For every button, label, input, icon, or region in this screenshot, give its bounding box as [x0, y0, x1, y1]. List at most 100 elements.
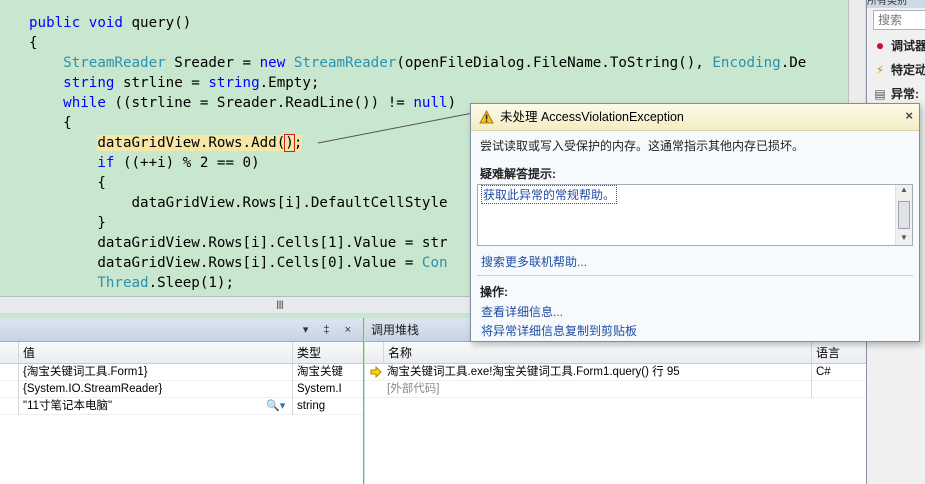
code-token: ) [447, 95, 457, 111]
expand-column-header [0, 342, 18, 364]
panel-item-label: 特定动 [891, 63, 925, 77]
code-line[interactable]: dataGridView.Rows[i].DefaultCellStyle [29, 193, 448, 213]
column-header-name[interactable]: 名称 [383, 342, 811, 364]
warning-icon [479, 110, 494, 124]
code-line[interactable]: while ((strline = Sreader.ReadLine()) !=… [29, 93, 456, 113]
code-token: ) [284, 134, 295, 152]
panel-item-specific[interactable]: ⚡ 特定动 [873, 60, 925, 80]
code-line[interactable]: dataGridView.Rows.Add(); [29, 133, 303, 153]
code-line[interactable]: } [29, 213, 106, 233]
scroll-down-icon[interactable]: ▼ [900, 233, 908, 242]
locals-panel: ▾ ‡ × 值 类型 {淘宝关键词工具.Form1} 淘宝关键 {System.… [0, 318, 364, 484]
cell-type: 淘宝关键 [292, 364, 364, 381]
magnifier-icon[interactable]: 🔍▾ [266, 398, 285, 415]
code-token: Con [421, 255, 448, 271]
table-row[interactable]: {淘宝关键词工具.Form1} 淘宝关键 [0, 364, 363, 381]
cell-value: {System.IO.StreamReader} [18, 381, 292, 398]
call-stack-panel: 调用堆栈 名称 语言 淘宝关键词工具.exe!淘宝关键词工具.Form1.que… [365, 318, 866, 484]
code-token: string [63, 75, 115, 91]
code-token: dataGridView.Rows[i].DefaultCellStyle [29, 195, 448, 211]
cell-value: {淘宝关键词工具.Form1} [18, 364, 292, 381]
code-line[interactable]: if ((++i) % 2 == 0) [29, 153, 260, 173]
divider [477, 275, 913, 276]
code-line[interactable]: { [29, 173, 106, 193]
search-input[interactable]: 搜索 [873, 10, 925, 30]
column-header-value[interactable]: 值 [18, 342, 292, 364]
current-frame-arrow-icon [370, 366, 382, 378]
code-token: ((strline = Sreader.ReadLine()) != [105, 95, 414, 111]
code-token: dataGridView.Rows[i].Cells[1].Value = st… [29, 235, 448, 251]
table-row[interactable]: 淘宝关键词工具.exe!淘宝关键词工具.Form1.query() 行 95 C… [365, 364, 866, 381]
panel-item-debugger[interactable]: ⏺ 调试器 [873, 36, 925, 56]
code-line[interactable]: { [29, 33, 38, 53]
code-token: (openFileDialog.FileName.ToString(), [396, 55, 713, 71]
locals-title-bar: ▾ ‡ × [0, 318, 363, 342]
code-token: null [413, 95, 448, 111]
exception-message: 尝试读取或写入受保护的内存。这通常指示其他内存已损坏。 [480, 139, 805, 153]
code-token: Encoding [712, 55, 781, 71]
code-line[interactable]: dataGridView.Rows[i].Cells[1].Value = st… [29, 233, 448, 253]
panel-window-buttons[interactable]: ▾ ‡ × [303, 318, 357, 342]
panel-title: 调用堆栈 [371, 323, 420, 337]
panel-item-label: 调试器 [891, 39, 925, 53]
code-token: while [63, 95, 106, 111]
lightning-icon: ⚡ [875, 63, 885, 77]
cell-type: string [292, 398, 364, 415]
code-token: { [29, 175, 106, 191]
code-token: query() [122, 15, 192, 31]
frame-language [811, 381, 866, 398]
code-token: ; [293, 135, 303, 151]
scroll-up-icon[interactable]: ▲ [900, 185, 908, 194]
code-line[interactable]: public void query() [29, 13, 191, 33]
column-header-language[interactable]: 语言 [811, 342, 866, 364]
close-icon[interactable]: × [905, 108, 913, 123]
code-line[interactable]: string strline = string.Empty; [29, 73, 319, 93]
code-token: dataGridView.Rows[i].Cells[0].Value = [29, 255, 422, 271]
code-token: .Sleep(1); [148, 275, 235, 291]
panel-title: 所有类别 [867, 0, 925, 8]
panel-item-exception[interactable]: ▤ 异常: [873, 84, 919, 104]
general-help-link[interactable]: 获取此异常的常规帮助。 [480, 185, 618, 204]
copy-details-link[interactable]: 将异常详细信息复制到剪贴板 [481, 322, 637, 339]
code-token: strline = [114, 75, 209, 91]
code-line[interactable]: dataGridView.Rows[i].Cells[0].Value = Co… [29, 253, 448, 273]
code-token: StreamReader [63, 55, 166, 71]
cell-type: System.I [292, 381, 364, 398]
tips-scrollbar[interactable]: ▲ ▼ [895, 185, 912, 245]
search-online-help-link[interactable]: 搜索更多联机帮助... [481, 253, 587, 270]
code-token: ((++i) % 2 == 0) [114, 155, 260, 171]
exception-assistant: 未处理 AccessViolationException × 尝试读取或写入受保… [470, 103, 920, 342]
tips-list: 获取此异常的常规帮助。 ▲ ▼ [477, 184, 913, 246]
code-token: .Empty; [259, 75, 320, 91]
exception-header: 未处理 AccessViolationException × [471, 104, 919, 131]
frame-name: [外部代码] [387, 383, 440, 395]
code-token: dataGridView.Rows.Add( [97, 135, 286, 151]
column-header-type[interactable]: 类型 [292, 342, 364, 364]
table-row[interactable]: "11寸笔记本电脑" 🔍▾ string [0, 398, 363, 415]
view-details-link[interactable]: 查看详细信息... [481, 303, 563, 320]
table-row[interactable]: [外部代码] [365, 381, 866, 398]
code-token: .De [780, 55, 807, 71]
call-stack-grid-header: 名称 语言 [365, 342, 866, 364]
exception-title: 未处理 AccessViolationException [500, 110, 684, 124]
tips-header: 疑难解答提示: [480, 167, 556, 181]
locals-grid-header: 值 类型 [0, 342, 363, 364]
scrollbar-grip[interactable]: III [276, 298, 284, 312]
code-token: public [29, 15, 81, 31]
document-icon: ▤ [874, 87, 886, 101]
code-token: { [29, 115, 72, 131]
scroll-thumb[interactable] [898, 201, 910, 229]
code-line[interactable]: { [29, 113, 72, 133]
table-row[interactable]: {System.IO.StreamReader} System.I [0, 381, 363, 398]
arrow-column-header [365, 342, 383, 364]
code-token: { [29, 35, 38, 51]
code-line[interactable]: Thread.Sleep(1); [29, 273, 234, 293]
code-line[interactable]: StreamReader Sreader = new StreamReader(… [29, 53, 806, 73]
frame-name: 淘宝关键词工具.exe!淘宝关键词工具.Form1.query() 行 95 [387, 366, 680, 378]
